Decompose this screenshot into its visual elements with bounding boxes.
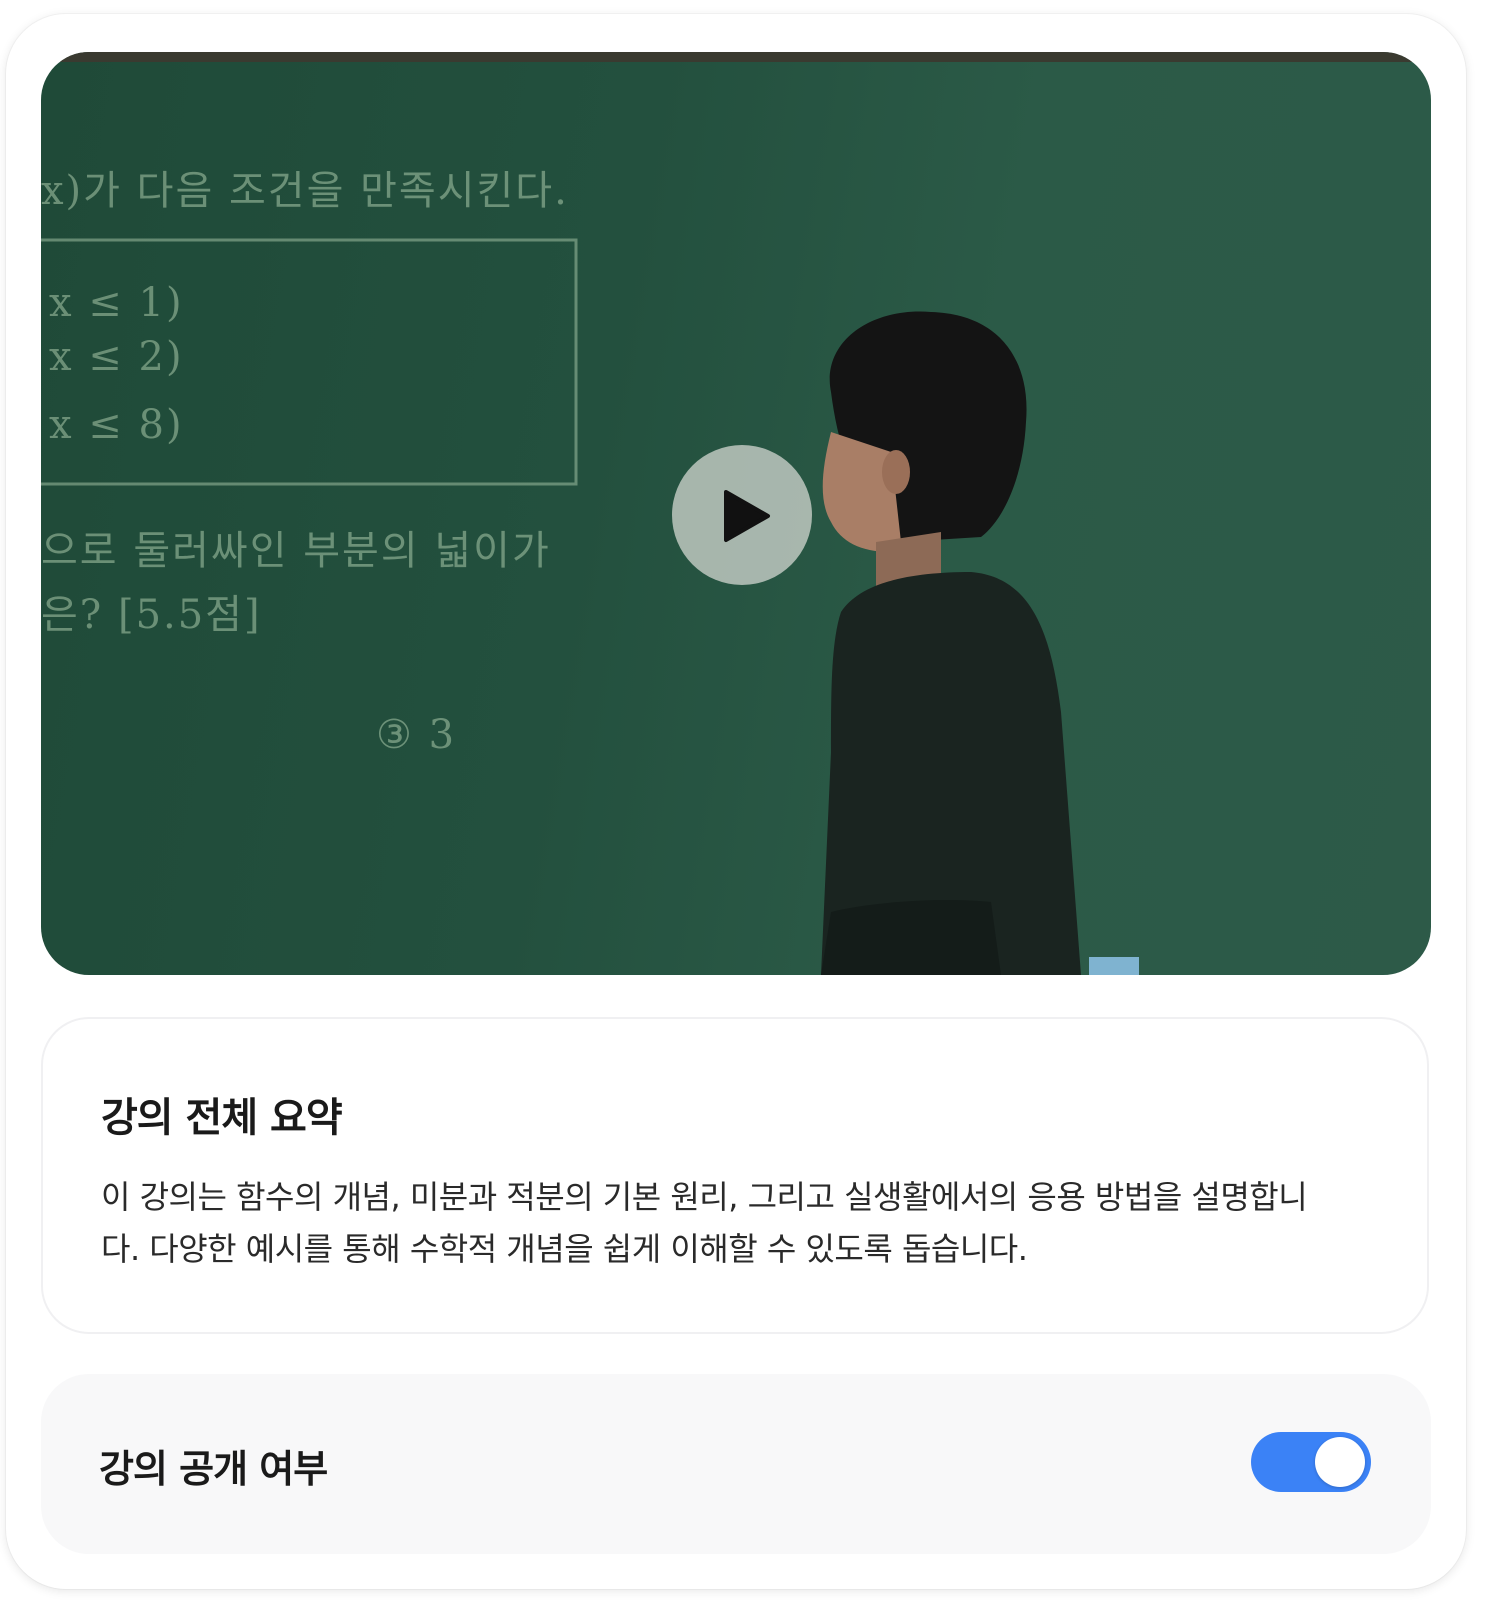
board-line: x ≤ 2) [49,334,184,380]
summary-section: 강의 전체 요약 이 강의는 함수의 개념, 미분과 적분의 기본 원리, 그리… [41,1017,1429,1334]
summary-text: 이 강의는 함수의 개념, 미분과 적분의 기본 원리, 그리고 실생활에서의 … [101,1178,1308,1268]
board-line: 은? [5.5점] [41,592,262,638]
board-line: 으로 둘러싸인 부분의 넓이가 [41,528,551,574]
video-player[interactable]: x)가 다음 조건을 만족시킨다. x ≤ 1) x ≤ 2) x ≤ 8) 으… [41,52,1431,975]
board-line: ③ 3 [376,712,457,758]
toggle-knob [1315,1437,1365,1487]
summary-title: 강의 전체 요약 [101,1095,343,1141]
visibility-toggle[interactable] [1251,1432,1371,1492]
play-button[interactable] [672,445,812,585]
play-icon [724,490,770,542]
lecture-card: x)가 다음 조건을 만족시킨다. x ≤ 1) x ≤ 2) x ≤ 8) 으… [6,14,1466,1589]
visibility-row: 강의 공개 여부 [41,1374,1431,1554]
visibility-label: 강의 공개 여부 [99,1447,328,1491]
board-line: x ≤ 1) [49,280,184,326]
board-line: x ≤ 8) [49,402,184,448]
board-line: x)가 다음 조건을 만족시킨다. [41,168,569,214]
